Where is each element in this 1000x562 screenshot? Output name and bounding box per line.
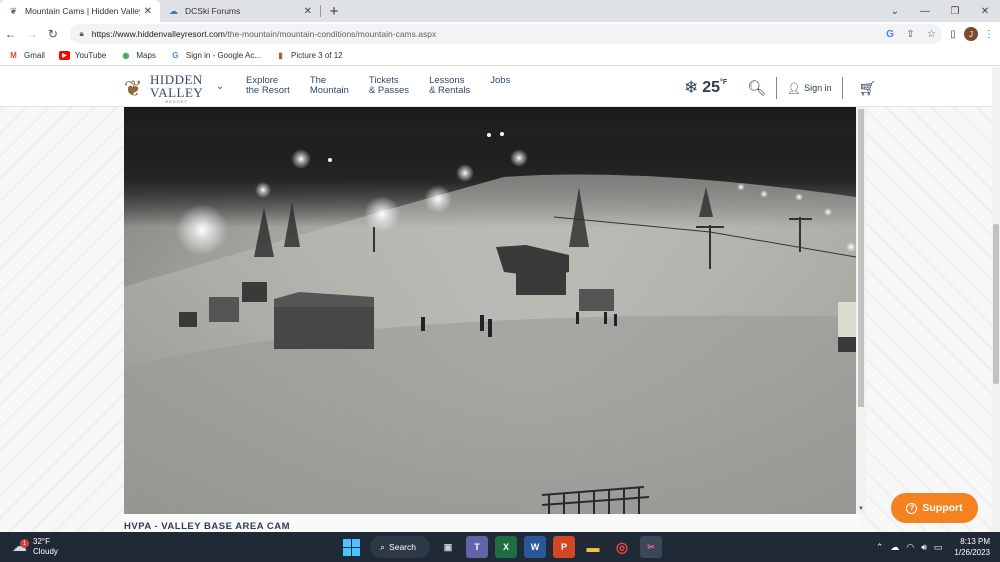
new-tab-button[interactable]: + bbox=[321, 0, 347, 22]
hidden-valley-logo[interactable]: ❦ HIDDEN VALLEY RESORT bbox=[124, 73, 203, 104]
side-panel-icon[interactable]: ▯ bbox=[942, 29, 964, 40]
url-text[interactable]: https://www.hiddenvalleyresort.com/the-m… bbox=[92, 29, 876, 39]
word-icon[interactable]: W bbox=[524, 536, 546, 558]
task-view-icon[interactable]: ▣ bbox=[437, 536, 459, 558]
window-controls: ⌄ — ❐ ✕ bbox=[880, 0, 1000, 22]
close-icon[interactable]: ✕ bbox=[304, 6, 312, 17]
bookmarks-bar: M Gmail ▶ YouTube ◉ Maps G Sign in - Goo… bbox=[0, 46, 1000, 66]
gmail-icon: M bbox=[10, 51, 17, 60]
nav-jobs[interactable]: Jobs bbox=[490, 76, 510, 96]
background-pattern bbox=[0, 67, 124, 532]
logo-tree-icon: ❦ bbox=[124, 75, 143, 101]
chrome-icon[interactable]: ◎ bbox=[611, 536, 633, 558]
tab-title: DCSki Forums bbox=[185, 6, 241, 16]
system-tray: ⌃ ☁ ◠ 🔊︎ ▭ 8:13 PM 1/26/2023 bbox=[869, 536, 990, 558]
page-scrollbar[interactable] bbox=[992, 67, 1000, 532]
scrollbar-thumb[interactable] bbox=[993, 224, 999, 384]
start-button[interactable] bbox=[340, 536, 362, 558]
bookmark-google-signin[interactable]: G Sign in - Google Ac... bbox=[170, 51, 261, 60]
youtube-icon: ▶ bbox=[58, 51, 70, 60]
nav-explore-the-resort[interactable]: Explore the Resort bbox=[246, 76, 290, 96]
bookmark-gmail[interactable]: M Gmail bbox=[8, 51, 45, 60]
google-icon: G bbox=[172, 51, 179, 60]
powerpoint-icon[interactable]: P bbox=[553, 536, 575, 558]
sign-in-link[interactable]: 👤︎ Sign in bbox=[787, 82, 832, 95]
site-header: ❦ HIDDEN VALLEY RESORT ⌄ Explore the Reso… bbox=[0, 67, 992, 107]
bookmark-maps[interactable]: ◉ Maps bbox=[120, 51, 156, 60]
file-explorer-icon[interactable]: ▬ bbox=[582, 536, 604, 558]
restore-icon[interactable]: ❐ bbox=[940, 0, 970, 22]
cart-icon[interactable]: 🛒︎ bbox=[859, 80, 877, 97]
divider bbox=[841, 77, 843, 99]
cloud-icon: ☁ 1 bbox=[12, 538, 29, 555]
search-icon: ⌕ bbox=[380, 541, 386, 552]
menu-icon[interactable]: ⋮ bbox=[978, 29, 1000, 40]
picture-icon: ▮ bbox=[278, 51, 283, 60]
minimize-icon[interactable]: — bbox=[910, 0, 940, 22]
excel-icon[interactable]: X bbox=[495, 536, 517, 558]
maps-pin-icon: ◉ bbox=[122, 51, 130, 60]
close-icon[interactable]: ✕ bbox=[144, 6, 152, 17]
bookmark-youtube[interactable]: ▶ YouTube bbox=[58, 51, 106, 60]
web-page: ❦ HIDDEN VALLEY RESORT ⌄ Explore the Reso… bbox=[0, 67, 1000, 532]
tab-mountain-cams[interactable]: ❦ Mountain Cams | Hidden Valley ✕ bbox=[0, 0, 160, 22]
help-icon: ? bbox=[906, 502, 918, 514]
search-icon[interactable]: 🔍︎ bbox=[747, 79, 766, 97]
support-button[interactable]: ? Support bbox=[891, 493, 978, 523]
cam-scene bbox=[124, 132, 856, 514]
back-icon[interactable]: ← bbox=[0, 27, 21, 41]
reload-icon[interactable]: ↻ bbox=[42, 27, 63, 41]
dcski-icon: ☁ bbox=[169, 5, 178, 16]
windows-taskbar: ☁ 1 32°F Cloudy ⌕ Search ▣ T X W P ▬ ◎ ✂ ⌃ … bbox=[0, 532, 1000, 562]
scroll-down-icon[interactable]: ▼ bbox=[858, 506, 864, 512]
lock-icon[interactable]: 🔒︎ bbox=[80, 29, 84, 39]
volume-icon[interactable]: 🔊︎ bbox=[921, 542, 927, 553]
battery-icon[interactable]: ▭ bbox=[934, 542, 943, 553]
google-translate-icon[interactable]: G bbox=[886, 29, 894, 40]
snowflake-icon: ❄ bbox=[684, 78, 699, 97]
clock[interactable]: 8:13 PM 1/26/2023 bbox=[954, 536, 990, 558]
close-window-icon[interactable]: ✕ bbox=[970, 0, 1000, 22]
bookmark-picture[interactable]: ▮ Picture 3 of 12 bbox=[275, 51, 342, 60]
wifi-icon[interactable]: ◠ bbox=[906, 542, 914, 553]
tab-search-icon[interactable]: ⌄ bbox=[880, 0, 910, 22]
browser-tab-strip: ❦ Mountain Cams | Hidden Valley ✕ ☁ DCSk… bbox=[0, 0, 1000, 22]
profile-avatar[interactable]: J bbox=[964, 27, 978, 41]
browser-toolbar: ← → ↻ 🔒︎ https://www.hiddenvalleyresort.… bbox=[0, 22, 1000, 46]
current-temperature: 25°F bbox=[702, 79, 728, 96]
cam-caption: HVPA - VALLEY BASE AREA CAM bbox=[124, 521, 291, 532]
nav-the-mountain[interactable]: The Mountain bbox=[310, 76, 349, 96]
scrollbar-thumb[interactable] bbox=[858, 109, 864, 407]
tab-dcski-forums[interactable]: ☁ DCSki Forums ✕ bbox=[160, 0, 320, 22]
snipping-tool-icon[interactable]: ✂ bbox=[640, 536, 662, 558]
user-icon: 👤︎ bbox=[787, 82, 802, 95]
mountain-cam-image bbox=[124, 107, 856, 514]
share-icon[interactable]: ⇪ bbox=[906, 29, 914, 40]
notification-badge: 1 bbox=[20, 539, 29, 548]
forward-icon[interactable]: → bbox=[21, 27, 42, 41]
tab-title: Mountain Cams | Hidden Valley bbox=[25, 6, 140, 16]
onedrive-icon[interactable]: ☁ bbox=[890, 542, 899, 553]
main-nav: Explore the Resort The Mountain Tickets & P… bbox=[246, 76, 530, 96]
divider bbox=[776, 77, 778, 99]
nav-tickets-passes[interactable]: Tickets & Passes bbox=[369, 76, 409, 96]
taskbar-search[interactable]: ⌕ Search bbox=[370, 536, 430, 558]
bookmark-star-icon[interactable]: ☆ bbox=[927, 29, 936, 40]
cam-scrollbar[interactable]: ▼ bbox=[856, 107, 866, 514]
background-pattern bbox=[860, 67, 992, 532]
hidden-valley-icon: ❦ bbox=[9, 5, 18, 16]
chevron-down-icon[interactable]: ⌄ bbox=[216, 81, 224, 92]
address-bar[interactable]: 🔒︎ https://www.hiddenvalleyresort.com/th… bbox=[69, 24, 942, 44]
weather-widget[interactable]: ☁ 1 32°F Cloudy bbox=[12, 537, 58, 557]
nav-lessons-rentals[interactable]: Lessons & Rentals bbox=[429, 76, 470, 96]
teams-icon[interactable]: T bbox=[466, 536, 488, 558]
chevron-up-icon[interactable]: ⌃ bbox=[876, 542, 884, 553]
